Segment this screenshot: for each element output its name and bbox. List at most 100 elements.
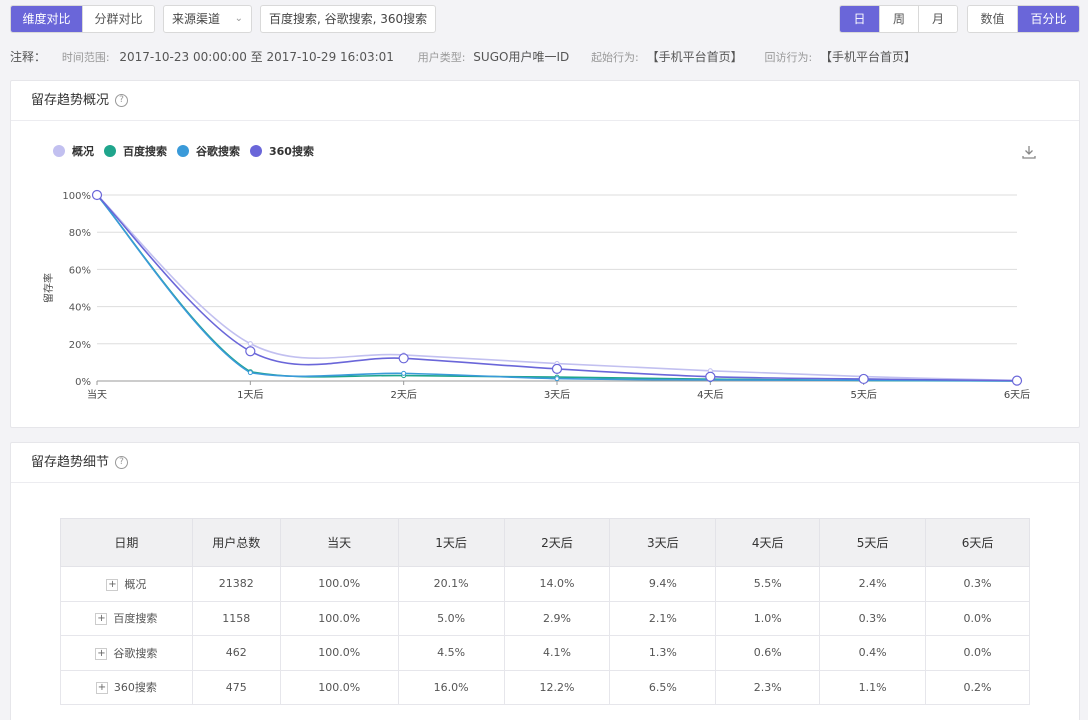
query-note: 注释： 时间范围: 2017-10-23 00:00:00 至 2017-10-… [10, 48, 1080, 66]
detail-card-header: 留存趋势细节? [11, 443, 1079, 483]
table-cell: 462 [191, 635, 281, 671]
expand-icon[interactable]: + [95, 613, 108, 626]
tab-percent[interactable]: 百分比 [1018, 6, 1079, 32]
table-cell: 0.6% [715, 635, 821, 671]
row-label-cell: + 概况 [60, 566, 193, 602]
y-tick-label: 40% [69, 303, 91, 314]
expand-icon[interactable]: + [95, 647, 108, 660]
x-tick-label: 当天 [87, 388, 107, 401]
retention-overview-card: 留存趋势概况? 概况 百度搜索 谷歌搜索 360搜索 100% 80% 60% 40% 20%… [10, 80, 1080, 428]
y-tick-label: 80% [69, 228, 91, 239]
column-header[interactable]: 用户总数 [191, 518, 281, 567]
table-cell: 100.0% [279, 600, 399, 636]
table-cell: 4.5% [397, 635, 505, 671]
row-label: 百度搜索 [113, 612, 158, 626]
table-cell: 2.4% [819, 566, 927, 602]
return-action-label: 回访行为: [764, 50, 813, 64]
series-line [96, 194, 1018, 382]
table-cell: 1.1% [819, 669, 927, 705]
table-header-row: 日期 用户总数 当天 1天后 2天后 3天后 4天后 5天后 6天后 [60, 518, 1030, 567]
tab-value[interactable]: 数值 [968, 6, 1018, 32]
x-tick-label: 1天后 [237, 389, 263, 401]
table-cell: 0.2% [925, 669, 1030, 705]
time-range-label: 时间范围: [61, 50, 110, 64]
row-label-cell: +360搜索 [60, 669, 193, 705]
series-line [96, 194, 1018, 382]
x-tick-label: 2天后 [390, 389, 416, 401]
column-header[interactable]: 当天 [279, 518, 399, 567]
column-header[interactable]: 2天后 [503, 518, 611, 567]
table-row: + 谷歌搜索 462 100.0% 4.5% 4.1% 1.3% 0.6% 0.4% 0.0% [60, 635, 1030, 671]
question-circle-icon[interactable]: ? [115, 456, 129, 469]
column-header[interactable]: 日期 [60, 518, 193, 567]
start-action-label: 起始行为: [591, 50, 639, 64]
y-tick-label: 60% [69, 265, 91, 276]
detail-card-title: 留存趋势细节 [31, 455, 110, 470]
table-cell: 21382 [191, 566, 281, 602]
y-tick-label: 100% [62, 191, 91, 202]
table-cell: 20.1% [397, 566, 505, 602]
data-point [91, 189, 103, 201]
time-range-value: 2017-10-23 00:00:00 至 2017-10-29 16:03:0… [119, 50, 394, 64]
table-cell: 5.0% [397, 600, 505, 636]
start-action-value: 【手机平台首页】 [646, 50, 743, 64]
data-point [554, 376, 560, 382]
table-cell: 100.0% [279, 566, 399, 602]
tab-day[interactable]: 日 [840, 6, 880, 32]
tab-month[interactable]: 月 [919, 6, 957, 32]
return-action-value: 【手机平台首页】 [820, 50, 917, 64]
tab-group-compare[interactable]: 分群对比 [83, 6, 154, 32]
data-point [858, 373, 869, 385]
table-cell: 1158 [191, 600, 281, 636]
row-label: 概况 [124, 577, 147, 591]
row-label: 360搜索 [113, 681, 157, 695]
x-tick-label: 6天后 [1004, 389, 1030, 401]
note-title: 注释： [10, 50, 47, 64]
row-label-cell: + 谷歌搜索 [60, 635, 193, 671]
compare-mode-toggle: 维度对比 分群对比 [10, 5, 155, 33]
data-point [245, 346, 256, 357]
table-cell: 12.2% [503, 669, 611, 705]
table-cell: 2.3% [715, 669, 821, 705]
table-row: +360搜索 475 100.0% 16.0% 12.2% 6.5% 2.3% 1.1% 0.2… [60, 669, 1030, 705]
x-tick-label: 3天后 [544, 389, 570, 401]
series-line [96, 194, 1018, 382]
column-header[interactable]: 6天后 [925, 518, 1030, 567]
table-cell: 1.3% [609, 635, 717, 671]
table-cell: 0.3% [819, 600, 927, 636]
data-point [401, 370, 407, 376]
y-tick-label: 0% [75, 377, 91, 388]
table-row: + 概况 21382 100.0% 20.1% 14.0% 9.4% 5.5% 2.4% 0.3% [60, 566, 1030, 602]
tab-dimension-compare[interactable]: 维度对比 [11, 6, 83, 32]
x-tick-label: 5天后 [850, 389, 876, 401]
tab-week[interactable]: 周 [880, 6, 919, 32]
column-header[interactable]: 1天后 [397, 518, 505, 567]
column-header[interactable]: 3天后 [609, 518, 717, 567]
y-axis-title: 留存率 [42, 273, 55, 303]
data-point [398, 353, 409, 364]
source-dimension-select[interactable]: 来源渠道 ⌄ [163, 5, 252, 33]
channel-multi-select[interactable]: 百度搜索, 谷歌搜索, 360搜索 ⌄ [260, 5, 436, 33]
user-type-label: 用户类型: [417, 50, 466, 64]
table-cell: 5.5% [715, 566, 821, 602]
period-toggle: 日 周 月 [839, 5, 958, 33]
table-cell: 1.0% [715, 600, 821, 636]
expand-icon[interactable]: + [95, 682, 108, 695]
column-header[interactable]: 4天后 [715, 518, 821, 567]
table-row: + 百度搜索 1158 100.0% 5.0% 2.9% 2.1% 1.0% 0.3% 0.0% [60, 600, 1030, 636]
data-point [551, 363, 563, 375]
y-tick-label: 20% [69, 340, 91, 351]
data-point [247, 370, 253, 376]
table-cell: 16.0% [397, 669, 505, 705]
retention-line-chart: 100% 80% 60% 40% 20% 0% 留存率当天 1天后 2天后 3天后 4天后 5天后 6天… [42, 189, 1030, 401]
table-cell: 9.4% [609, 566, 717, 602]
table-cell: 0.4% [819, 635, 927, 671]
retention-detail-table: 日期 用户总数 当天 1天后 2天后 3天后 4天后 5天后 6天后 + 概况 21382 100.0… [60, 518, 1030, 705]
column-header[interactable]: 5天后 [819, 518, 927, 567]
data-point [1011, 375, 1023, 386]
table-cell: 2.1% [609, 600, 717, 636]
table-cell: 100.0% [279, 635, 399, 671]
expand-icon[interactable]: + [106, 578, 119, 591]
table-cell: 2.9% [503, 600, 611, 636]
row-label-cell: + 百度搜索 [60, 600, 193, 636]
